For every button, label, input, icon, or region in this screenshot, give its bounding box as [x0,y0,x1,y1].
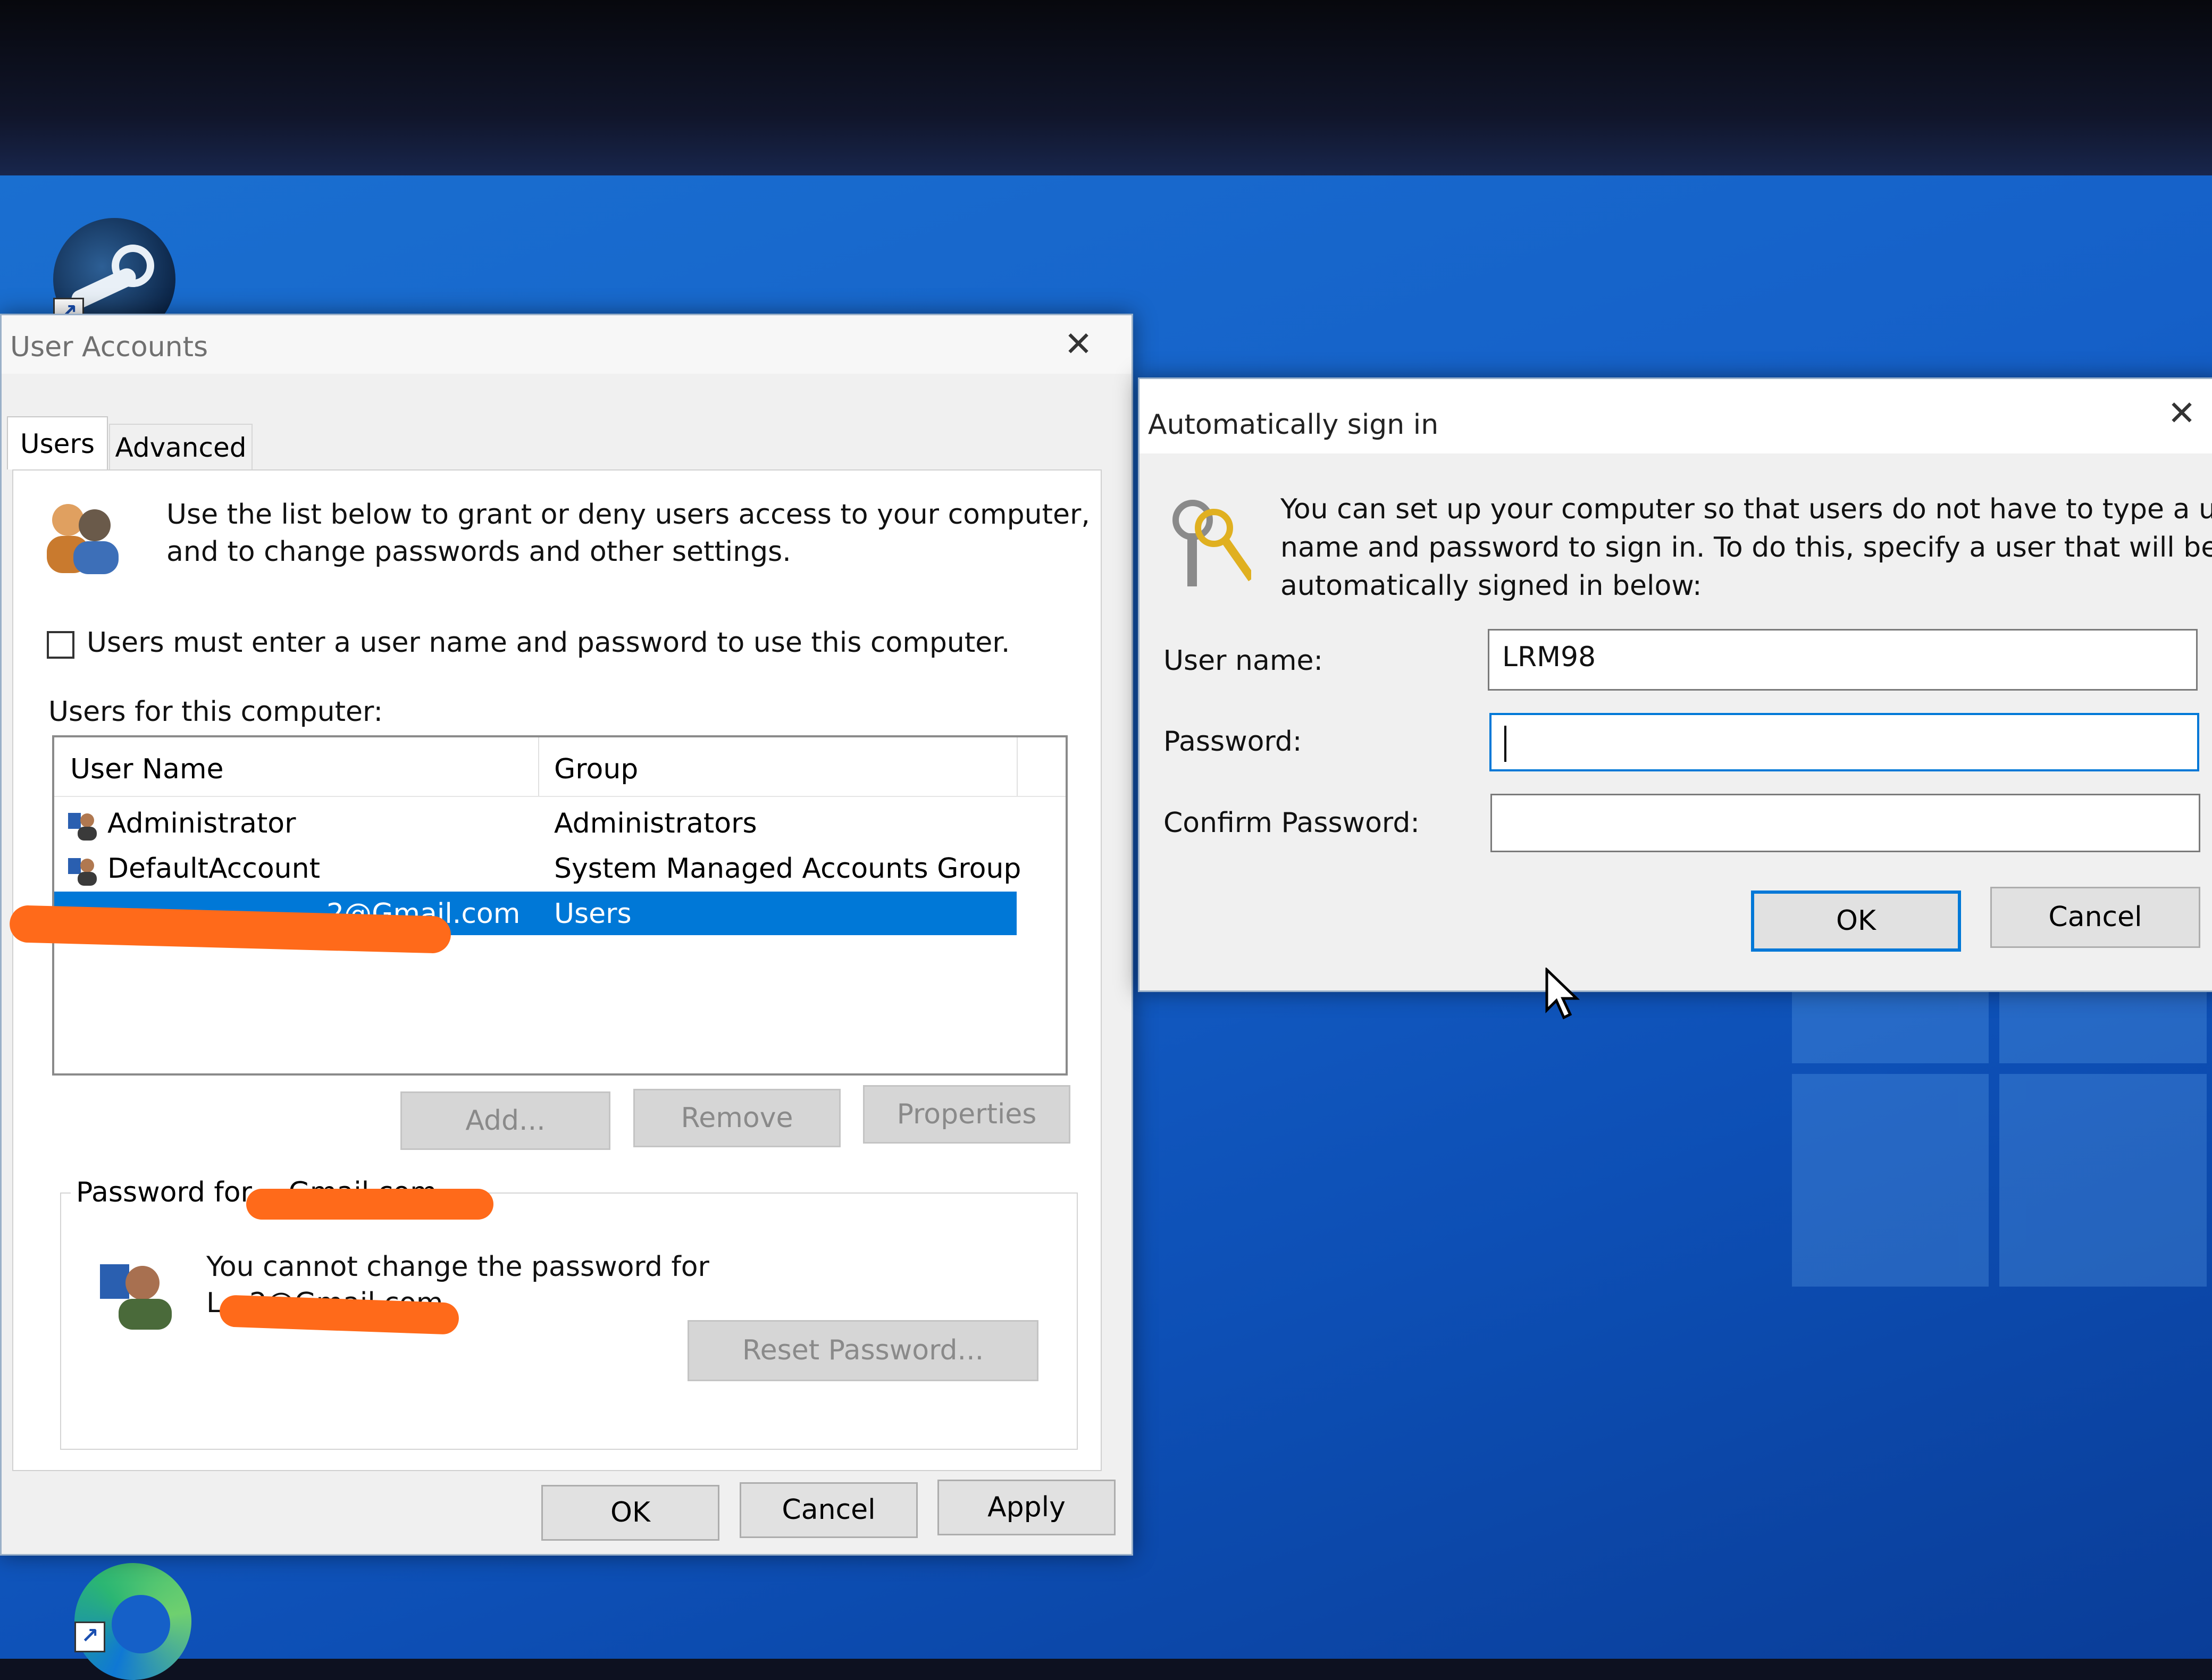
column-user-name[interactable]: User Name [70,753,223,785]
users-group-icon [47,504,119,574]
user-password-icon [100,1264,172,1330]
add-user-button[interactable]: Add... [400,1091,610,1150]
password-label: Password: [1163,726,1302,758]
table-row[interactable]: DefaultAccount System Managed Accounts G… [54,846,1021,890]
redaction-mark [246,1189,493,1220]
table-row[interactable]: Administrator Administrators [54,801,1017,845]
dialog-title: Automatically sign in [1148,409,1439,441]
password-info-line1: You cannot change the password for [206,1251,709,1283]
group-cell: Administrators [554,808,757,839]
confirm-password-input[interactable] [1490,794,2200,852]
column-separator[interactable] [538,737,539,796]
remove-user-button[interactable]: Remove [633,1089,841,1147]
windows-logo-watermark [1792,989,2207,1659]
require-password-checkbox[interactable] [47,631,74,659]
text-caret [1504,726,1506,762]
cancel-button[interactable]: Cancel [1990,887,2200,948]
user-icon [68,813,97,841]
properties-button[interactable]: Properties [863,1085,1070,1144]
user-name-cell: DefaultAccount [107,853,320,885]
user-name-cell: Administrator [107,808,296,839]
description-line1: You can set up your computer so that use… [1280,493,2212,525]
intro-text-line1: Use the list below to grant or deny user… [166,499,1090,531]
shortcut-arrow-icon: ↗ [74,1622,105,1652]
cancel-button[interactable]: Cancel [740,1482,918,1538]
description-line3: automatically signed in below: [1280,570,1702,602]
apply-button[interactable]: Apply [937,1480,1116,1535]
keys-icon [1172,500,1251,586]
ok-button[interactable]: OK [541,1485,719,1541]
username-label: User name: [1163,645,1323,677]
column-separator[interactable] [1017,737,1018,796]
reset-password-button[interactable]: Reset Password... [688,1320,1038,1381]
dialog-title: User Accounts [10,331,208,363]
column-group[interactable]: Group [554,753,638,785]
require-password-label[interactable]: Users must enter a user name and passwor… [87,627,1010,659]
monitor-bezel-area [0,0,2212,191]
user-accounts-titlebar[interactable]: User Accounts ✕ [2,315,1132,374]
username-input[interactable]: LRM98 [1488,629,2198,691]
description-line2: name and password to sign in. To do this… [1280,532,2212,564]
ok-button[interactable]: OK [1751,891,1961,952]
tab-users[interactable]: Users [7,416,108,469]
edge-desktop-icon[interactable]: ↗ [69,1558,197,1680]
user-icon [68,858,97,886]
auto-sign-in-titlebar[interactable]: Automatically sign in ✕ [1139,379,2212,453]
group-cell: Users [554,898,632,930]
mouse-cursor-icon [1545,968,1580,1020]
edge-hole-shape [112,1595,170,1653]
auto-sign-in-dialog: Automatically sign in ✕ You can set up y… [1138,377,2212,992]
group-cell: System Managed Accounts Group [554,853,1021,885]
confirm-password-label: Confirm Password: [1163,807,1420,839]
password-input[interactable] [1489,713,2199,771]
close-icon[interactable]: ✕ [2163,395,2200,432]
intro-text-line2: and to change passwords and other settin… [166,536,791,568]
close-icon[interactable]: ✕ [1060,326,1097,363]
tab-advanced[interactable]: Advanced [109,424,253,469]
users-list[interactable]: User Name Group Administrator Administra… [52,735,1068,1076]
list-header: User Name Group [54,737,1066,797]
users-for-computer-label: Users for this computer: [48,696,383,728]
user-accounts-dialog: User Accounts ✕ Users Advanced Use the l… [0,314,1133,1556]
